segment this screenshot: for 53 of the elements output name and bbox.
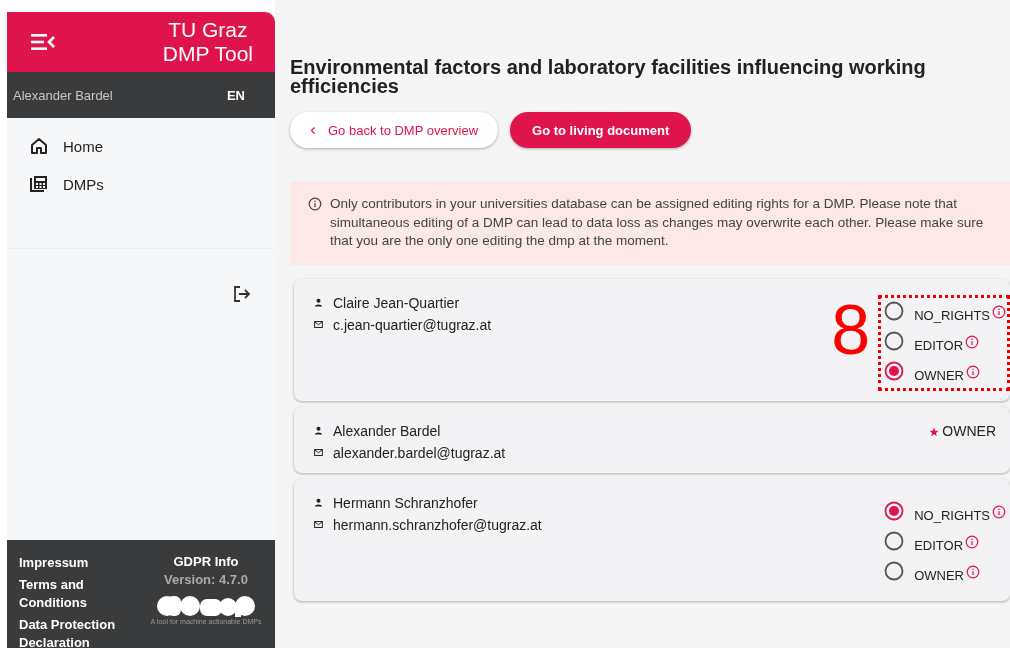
radio-icon[interactable] <box>884 360 905 381</box>
footer-link[interactable]: Terms and Conditions <box>19 576 139 612</box>
info-icon[interactable] <box>992 305 1006 319</box>
info-icon[interactable] <box>965 335 980 349</box>
person-icon <box>314 498 323 507</box>
calculator-icon <box>29 174 49 194</box>
role-radio[interactable]: NO_RIGHTS <box>884 500 990 523</box>
role-label: OWNER <box>942 422 996 439</box>
footer-link[interactable]: Data Protection Declaration <box>19 616 139 648</box>
role-radio[interactable]: EDITOR <box>884 330 964 353</box>
radio-icon[interactable] <box>884 560 905 581</box>
annotation-number: 8 <box>831 294 871 365</box>
chevron-left-icon <box>310 125 316 135</box>
radio-icon[interactable] <box>884 330 905 351</box>
footer-link[interactable]: Impressum <box>19 554 139 572</box>
mail-icon <box>314 520 323 529</box>
role-radio[interactable]: NO_RIGHTS <box>884 300 990 323</box>
role-radio[interactable]: OWNER <box>884 560 964 583</box>
contributor-name: Hermann Schranzhofer <box>333 494 478 511</box>
language-label[interactable]: EN <box>226 87 245 103</box>
role-radio[interactable]: OWNER <box>884 360 964 383</box>
person-icon <box>314 298 323 307</box>
info-icon[interactable] <box>308 197 322 211</box>
radio-icon[interactable] <box>884 530 905 551</box>
role-radio[interactable]: EDITOR <box>884 530 964 553</box>
page-title: Environmental factors and laboratory facilities influencing working efficiencies <box>290 58 927 96</box>
home-icon <box>29 136 49 156</box>
contributor-email: hermann.schranzhofer@tugraz.at <box>333 516 542 533</box>
contributor-name: Claire Jean-Quartier <box>333 294 460 311</box>
app-title: TU Graz DMP Tool <box>162 18 253 66</box>
version-label: Version: 4.7.0 <box>164 572 248 587</box>
gdpr-link[interactable]: GDPR Info <box>173 554 239 569</box>
notice-text: Only contributors in your universities database can be assigned editing rights for a DMP. Please note that simultaneous editing of a DMP can lead to data loss as changes may overwrite each other. Please make sure that you are the only one editing the dmp at the moment. <box>330 195 985 250</box>
menu-icon[interactable] <box>31 33 55 51</box>
info-icon[interactable] <box>965 535 980 549</box>
mail-icon <box>314 448 323 457</box>
living-document-button[interactable]: Go to living document <box>510 112 692 148</box>
nav-item[interactable]: Home <box>29 136 275 156</box>
radio-icon[interactable] <box>884 300 905 321</box>
contributor-email: alexander.bardel@tugraz.at <box>333 444 506 461</box>
logout-icon[interactable] <box>233 285 251 303</box>
back-button[interactable]: Go back to DMP overview <box>290 112 499 148</box>
user-name: Alexander Bardel <box>13 87 113 103</box>
mail-icon <box>314 320 323 329</box>
contributor-email: c.jean-quartier@tugraz.at <box>333 316 492 333</box>
nav-item[interactable]: DMPs <box>29 174 275 194</box>
radio-icon[interactable] <box>884 500 905 521</box>
info-icon[interactable] <box>992 505 1006 519</box>
star-icon <box>929 426 940 437</box>
info-icon[interactable] <box>966 565 980 579</box>
info-icon[interactable] <box>966 365 980 379</box>
person-icon <box>314 426 323 435</box>
contributor-name: Alexander Bardel <box>333 422 441 439</box>
